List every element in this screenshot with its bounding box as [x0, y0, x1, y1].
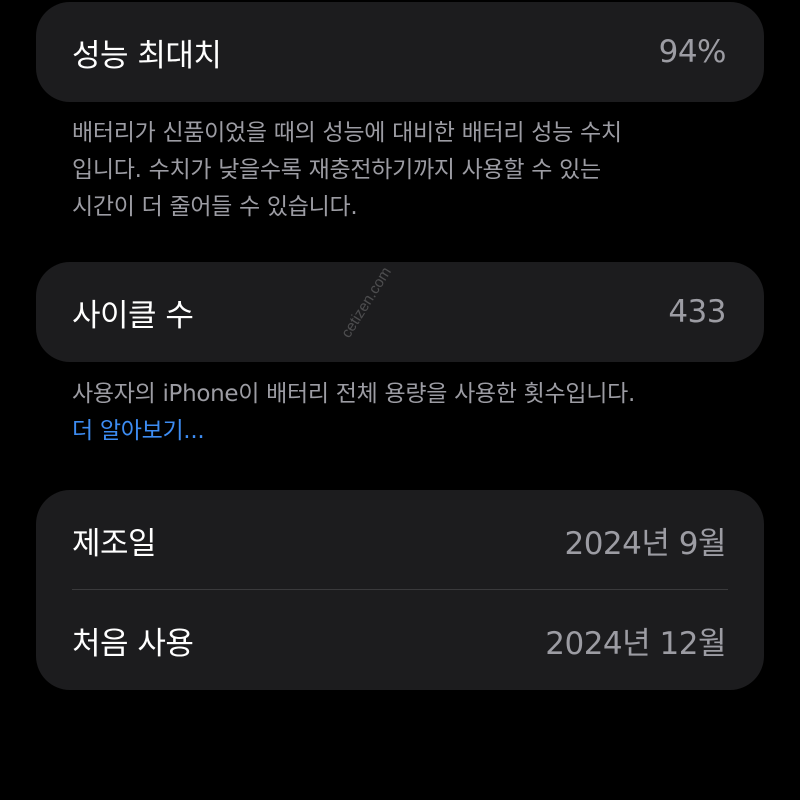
first-use-value: 2024년 12월 [545, 625, 726, 662]
cycle-card: 사이클 수 433 [36, 262, 764, 362]
performance-footnote-line: 입니다. 수치가 낮을수록 재충전하기까지 사용할 수 있는 [72, 157, 601, 183]
performance-footnote: 배터리가 신품이었을 때의 성능에 대비한 배터리 성능 수치 입니다. 수치가… [72, 115, 732, 226]
performance-card: 성능 최대치 94% [36, 2, 764, 102]
learn-more-link[interactable]: 더 알아보기... [72, 413, 732, 450]
performance-footnote-line: 배터리가 신품이었을 때의 성능에 대비한 배터리 성능 수치 [72, 120, 622, 146]
cycle-footnote: 사용자의 iPhone이 배터리 전체 용량을 사용한 횟수입니다. 더 알아보… [72, 376, 732, 450]
cycle-label: 사이클 수 [72, 297, 194, 334]
cycle-footnote-text: 사용자의 iPhone이 배터리 전체 용량을 사용한 횟수입니다. [72, 381, 635, 407]
performance-label: 성능 최대치 [72, 37, 222, 74]
cycle-value: 433 [668, 294, 726, 330]
manufacture-date-row: 제조일 2024년 9월 [36, 490, 764, 590]
dates-card: 제조일 2024년 9월 처음 사용 2024년 12월 [36, 490, 764, 690]
manufacture-date-label: 제조일 [72, 525, 157, 562]
performance-footnote-line: 시간이 더 줄어들 수 있습니다. [72, 194, 358, 220]
cycle-row: 사이클 수 433 [36, 262, 764, 362]
manufacture-date-value: 2024년 9월 [564, 525, 726, 562]
performance-row: 성능 최대치 94% [36, 2, 764, 102]
first-use-label: 처음 사용 [72, 625, 194, 662]
performance-value: 94% [658, 34, 727, 70]
first-use-row: 처음 사용 2024년 12월 [36, 590, 764, 690]
